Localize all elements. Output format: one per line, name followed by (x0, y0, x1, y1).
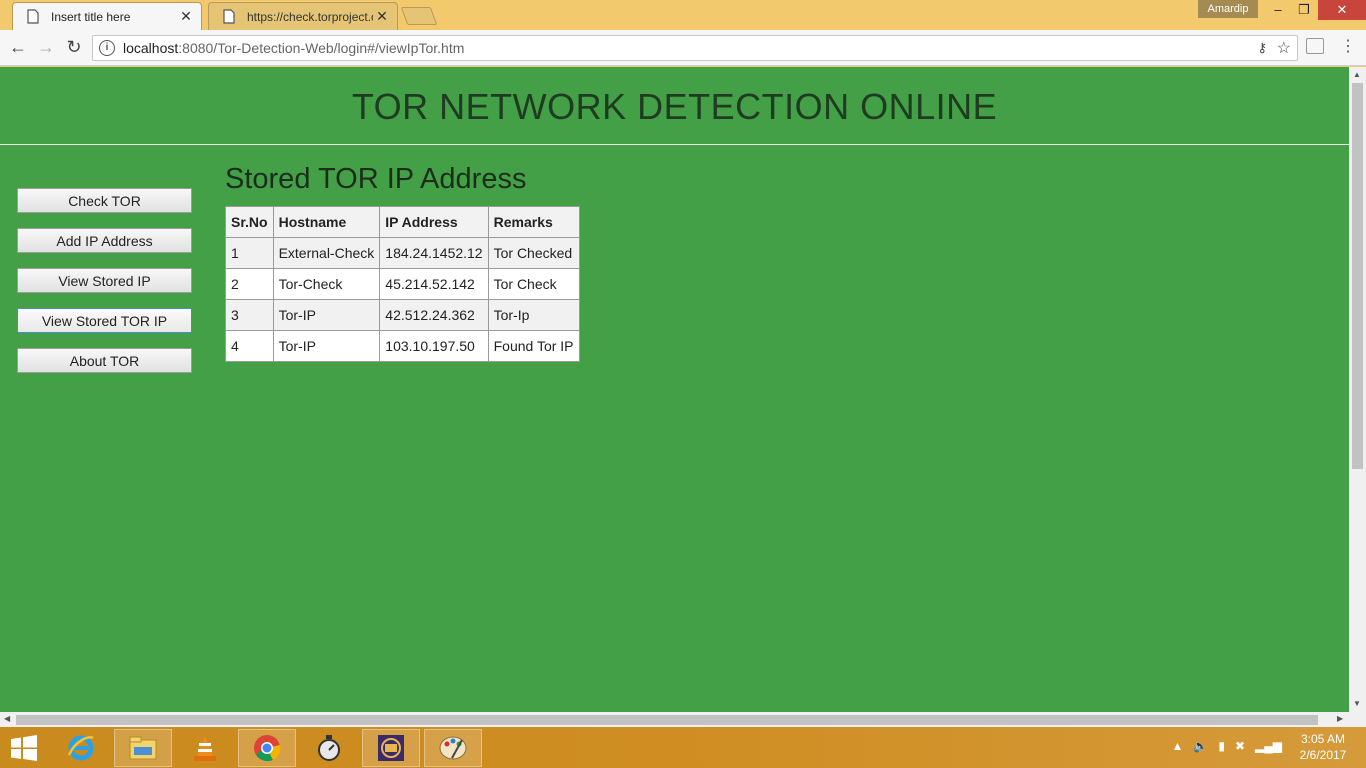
cell-ip-address: 103.10.197.50 (379, 330, 489, 362)
profile-button[interactable]: Amardip (1198, 0, 1258, 18)
tor-ip-table: Sr.No Hostname IP Address Remarks 1 Exte… (225, 206, 580, 362)
taskbar: ▲ 🔈 ▮ ✖ ▂▄▆ 3:05 AM 2/6/2017 (0, 727, 1366, 768)
scroll-left-icon[interactable]: ◀ (4, 714, 10, 723)
bookmark-star-icon[interactable]: ☆ (1277, 38, 1291, 58)
table-row: 3 Tor-IP 42.512.24.362 Tor-Ip (225, 299, 580, 331)
cell-hostname: Tor-Check (272, 268, 381, 300)
chrome-icon[interactable] (238, 729, 296, 767)
url-path: :8080/Tor-Detection-Web/login#/viewIpTor… (178, 40, 465, 56)
close-tab-icon[interactable]: ✕ (373, 8, 391, 25)
about-tor-button[interactable]: About TOR (17, 348, 192, 373)
paint-icon[interactable] (424, 729, 482, 767)
restore-icon[interactable]: ❐ (1292, 0, 1316, 20)
vertical-scroll-thumb[interactable] (1352, 83, 1363, 469)
page-icon (27, 8, 41, 25)
show-hidden-icons-icon[interactable]: ▲ (1172, 739, 1184, 753)
stopwatch-icon[interactable] (300, 729, 358, 767)
java-ee-ide-icon[interactable] (362, 729, 420, 767)
scroll-down-icon[interactable]: ▼ (1353, 699, 1361, 708)
cell-ip-address: 45.214.52.142 (379, 268, 489, 300)
browser-title-bar: Insert title here ✕ https://check.torpro… (0, 0, 1366, 30)
vlc-icon[interactable] (176, 729, 234, 767)
page-icon (223, 8, 237, 25)
cell-ip-address: 42.512.24.362 (379, 299, 489, 331)
new-tab-button[interactable] (400, 7, 438, 25)
browser-toolbar: ← → ↻ i localhost:8080/Tor-Detection-Web… (0, 30, 1366, 66)
cell-hostname: Tor-IP (272, 299, 381, 331)
table-row: 1 External-Check 184.24.1452.12 Tor Chec… (225, 237, 580, 269)
back-arrow-icon[interactable]: ← (6, 36, 30, 60)
page-header: TOR NETWORK DETECTION ONLINE (0, 67, 1349, 145)
table-header-row: Sr.No Hostname IP Address Remarks (225, 206, 580, 238)
cell-sr-no: 2 (225, 268, 274, 300)
cell-sr-no: 3 (225, 299, 274, 331)
extension-icon[interactable] (1306, 38, 1324, 54)
system-tray: ▲ 🔈 ▮ ✖ ▂▄▆ (1172, 739, 1282, 753)
cell-hostname: Tor-IP (272, 330, 381, 362)
cell-sr-no: 1 (225, 237, 274, 269)
tab-label: Insert title here (51, 9, 131, 24)
forward-arrow-icon[interactable]: → (34, 36, 58, 60)
battery-icon[interactable]: ▮ (1218, 739, 1225, 753)
minimize-icon[interactable]: – (1266, 0, 1290, 20)
column-header: Sr.No (225, 206, 274, 238)
column-header: Hostname (272, 206, 381, 238)
cell-remarks: Found Tor IP (487, 330, 580, 362)
address-bar[interactable]: i localhost:8080/Tor-Detection-Web/login… (92, 35, 1298, 61)
tab-label: https://check.torproject.o (247, 9, 373, 24)
view-stored-ip-button[interactable]: View Stored IP (17, 268, 192, 293)
info-icon[interactable]: i (99, 40, 115, 56)
vertical-scrollbar[interactable]: ▲ ▼ (1349, 67, 1366, 712)
menu-kebab-icon[interactable]: ⋮ (1340, 38, 1356, 58)
add-ip-address-button[interactable]: Add IP Address (17, 228, 192, 253)
reload-icon[interactable]: ↻ (62, 36, 86, 60)
cell-hostname: External-Check (272, 237, 381, 269)
cell-ip-address: 184.24.1452.12 (379, 237, 489, 269)
clock-date: 2/6/2017 (1299, 748, 1347, 762)
windows-start-icon[interactable] (10, 735, 38, 761)
table-row: 4 Tor-IP 103.10.197.50 Found Tor IP (225, 330, 580, 362)
view-stored-tor-ip-button[interactable]: View Stored TOR IP (17, 308, 192, 333)
internet-explorer-icon[interactable] (52, 729, 110, 767)
close-tab-icon[interactable]: ✕ (177, 8, 195, 25)
file-explorer-icon[interactable] (114, 729, 172, 767)
close-window-icon[interactable]: ✕ (1318, 0, 1366, 20)
scrollbar-corner (1349, 712, 1366, 727)
cell-sr-no: 4 (225, 330, 274, 362)
clock-time: 3:05 AM (1300, 732, 1346, 746)
check-tor-button[interactable]: Check TOR (17, 188, 192, 213)
tab-insert-title[interactable]: Insert title here ✕ (12, 2, 202, 30)
url-host: localhost (123, 40, 179, 56)
column-header: Remarks (487, 206, 580, 238)
page-heading: Stored TOR IP Address (225, 163, 527, 195)
scroll-right-icon[interactable]: ▶ (1337, 714, 1343, 723)
horizontal-scrollbar[interactable]: ◀ ▶ (0, 712, 1349, 727)
table-row: 2 Tor-Check 45.214.52.142 Tor Check (225, 268, 580, 300)
site-title: TOR NETWORK DETECTION ONLINE (351, 86, 998, 127)
scroll-up-icon[interactable]: ▲ (1353, 70, 1361, 79)
column-header: IP Address (379, 206, 489, 238)
horizontal-scroll-thumb[interactable] (16, 715, 1318, 725)
key-icon[interactable]: ⚷ (1257, 40, 1267, 56)
cell-remarks: Tor Check (487, 268, 580, 300)
signal-strength-icon[interactable]: ▂▄▆ (1255, 739, 1282, 753)
cell-remarks: Tor Checked (487, 237, 580, 269)
side-navigation: Check TOR Add IP Address View Stored IP … (17, 188, 192, 388)
cell-remarks: Tor-Ip (487, 299, 580, 331)
main-content: Stored TOR IP Address Sr.No Hostname IP … (225, 163, 580, 362)
clock[interactable]: 3:05 AM 2/6/2017 (1290, 731, 1356, 763)
tab-torproject[interactable]: https://check.torproject.o ✕ (208, 2, 398, 30)
volume-icon[interactable]: 🔈 (1193, 739, 1208, 753)
page-viewport: TOR NETWORK DETECTION ONLINE Check TOR A… (0, 67, 1349, 712)
network-warning-icon[interactable]: ✖ (1235, 739, 1245, 753)
